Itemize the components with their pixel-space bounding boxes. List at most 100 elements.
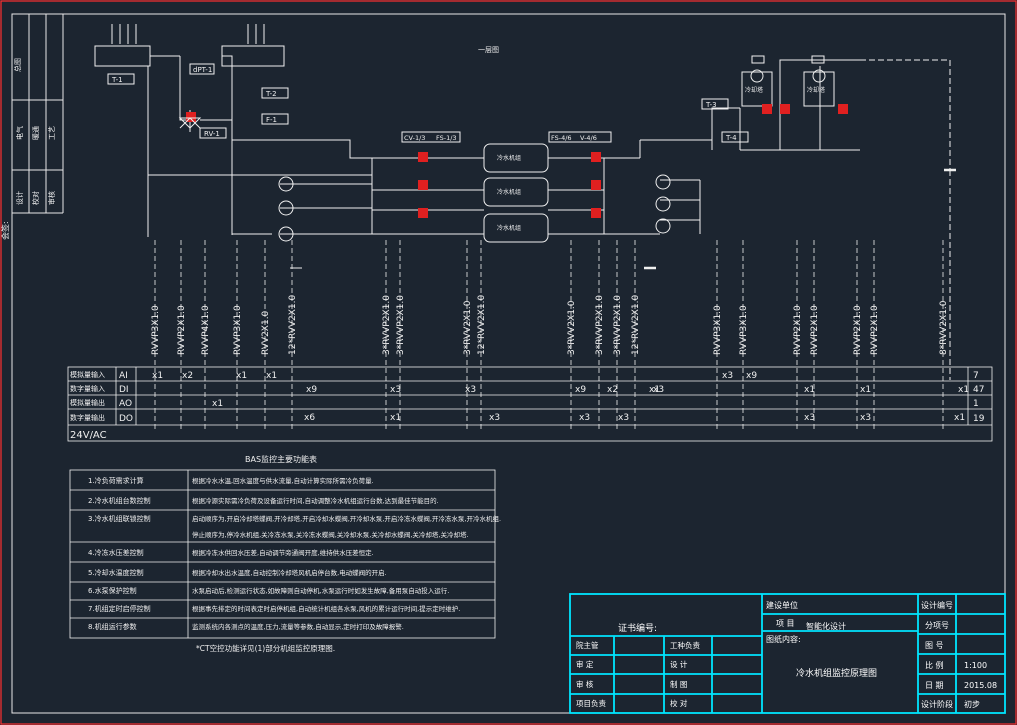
io-count: x9 [746,371,757,381]
io-row-total-0: 7 [973,371,979,381]
cable-label: RVVP3X1.0 [739,305,749,355]
cable-label: 3*RVVP2X1.0 [595,295,605,355]
tag-fs-text: FS-1/3 [436,134,457,142]
io-row-code-0: AI [119,371,128,381]
io-count: x1 [649,385,660,395]
function-desc: 启动顺序为,开启冷却塔蝶阀,开冷却塔,开启冷却水蝶阀,开冷却水泵,开启冷冻水蝶阀… [192,514,501,523]
io-count: x1 [954,413,965,423]
io-table [67,366,993,442]
date-value: 2015.08 [964,681,997,690]
cable-label: RVVP3X1.0 [233,305,243,355]
cable-label: RVVP4X1.0 [201,305,211,355]
io-row-code-3: DO [119,414,133,424]
strip-label-5: 校对 [31,191,40,205]
strip-label-6: 审核 [47,191,56,205]
tag-v-text: V-4/6 [580,134,597,142]
scale-value: 1:100 [964,661,987,670]
role-right: 设 计 [670,659,688,669]
motor-valve [418,180,428,190]
sub-no-label: 分项号 [925,621,949,630]
io-count: x9 [575,385,586,395]
io-count: x3 [722,371,733,381]
io-count: x6 [304,413,315,423]
tag-RV1-text: RV-1 [204,130,220,138]
design-no-label: 设计编号 [921,600,953,610]
inner-frame [11,13,1006,714]
strip-label-4: 设计 [15,191,24,205]
io-row-total-3: 19 [973,414,985,424]
date-label: 日 期 [925,681,944,690]
project-label: 项 目 [776,619,795,628]
cw-pump-2 [655,196,671,212]
io-row-name-3: 数字量输出 [70,413,105,422]
outer-frame [0,0,1017,725]
drawing-name: 冷水机组监控原理图 [796,667,877,679]
strip-label-1: 电气 [15,126,24,140]
chiller-1-text: 冷水机组 [497,154,521,162]
io-count: x2 [182,371,193,381]
cable-label: RVVP2X1.0 [810,305,820,355]
io-count: x2 [607,385,618,395]
io-count: x1 [390,413,401,423]
function-desc: 监测系统内各测点的温度,压力,流量等参数,自动显示,定时打印及故障报警. [192,622,404,631]
io-count: x1 [804,385,815,395]
tag-T3-text: T-3 [705,101,717,109]
cw-pump-1 [655,174,671,190]
cable-label: 3*RVV2X1.0 [463,300,473,355]
function-desc: 根据冷源实际需冷负荷及设备运行时间,自动调整冷水机组运行台数,达到最佳节能目的. [192,496,439,505]
function-desc-2: 停止顺序为,停冷水机组,关冷冻水泵,关冷冻水蝶阀,关冷却水泵,关冷却水蝶阀,关冷… [192,530,469,539]
io-count: x3 [390,385,401,395]
tag-F1-text: F-1 [266,116,277,124]
cable-label: RVVP2X1.0 [177,305,187,355]
motor-valve [418,208,428,218]
top-note: 一层图 [478,46,499,54]
tower-2-text: 冷却塔 [807,86,825,94]
io-count: x3 [465,385,476,395]
cable-label: RVVP2X1.0 [870,305,880,355]
stage-label: 设计阶段 [921,699,953,709]
io-count: x1 [236,371,247,381]
function-no: 8.机组运行参数 [88,622,137,631]
cable-label: 12*RVV2X1.0 [631,294,641,355]
cable-label: 8*RVV2X1.0 [939,300,949,355]
function-no: 3.冷水机组联锁控制 [88,514,151,523]
io-count: x1 [958,385,969,395]
strip-label-3: 工艺 [48,126,56,140]
cable-label: 3*RVVP2X1.0 [396,295,406,355]
function-no: 1.冷负荷需求计算 [88,476,144,485]
role-left: 审 定 [576,659,594,669]
io-count: x3 [489,413,500,423]
motor-valve [591,180,601,190]
cable-label: RVVP3X1.0 [151,305,161,355]
water-collector-box [94,45,151,67]
function-no: 7.机组定时启停控制 [88,604,151,613]
io-row-name-0: 模拟量输入 [70,370,105,379]
function-no: 6.水泵保护控制 [88,586,137,595]
build-unit-label: 建设单位 [766,600,798,610]
tag-cv-text: CV-1/3 [404,134,425,142]
function-desc: 根据事先排定的时间表定时启停机组,自动统计机组各水泵,风机的累计运行时间,提示定… [192,604,460,613]
drawing-content-label: 图纸内容: [766,634,801,644]
strip-label-0: 总图 [13,58,22,72]
tag-T1-text: T-1 [111,76,123,84]
function-desc: 根据冷水水温,回水温度与供水流量,自动计算实际所需冷负荷量. [192,476,374,485]
function-no: 4.冷冻水压差控制 [88,548,144,557]
function-desc: 水泵启动后,检测运行状态,如故障则自动停机,水泵运行时如发生故障,备用泵自动投入… [192,586,449,595]
cable-label: 3*RVVP2X1.0 [613,295,623,355]
role-left: 审 核 [576,679,594,689]
tag-dPT1-text: dPT-1 [193,66,212,74]
function-desc: 根据冷却水出水温度,自动控制冷却塔风机启停台数,电动蝶阀的开启. [192,568,387,577]
cable-label: RVVP2X1.0 [793,305,803,355]
cable-label: RVV2X1.0 [261,310,271,355]
cable-label: 3*RVV2X1.0 [567,300,577,355]
power-label: 24V/AC [70,430,107,441]
role-right: 工种负责 [670,640,700,650]
function-no: 2.冷水机组台数控制 [88,496,151,505]
cable-label: RVVP3X1.0 [713,305,723,355]
cw-pump-3 [655,218,671,234]
role-left: 院主管 [576,640,599,650]
io-count: x9 [306,385,317,395]
drawing-canvas: 总图 电气 暖通 工艺 设计 校对 审核 会签: 一层图 T-1 dPT-1 R… [0,0,1017,725]
function-table-title: BAS监控主要功能表 [245,454,317,464]
chiller-2-text: 冷水机组 [497,188,521,196]
